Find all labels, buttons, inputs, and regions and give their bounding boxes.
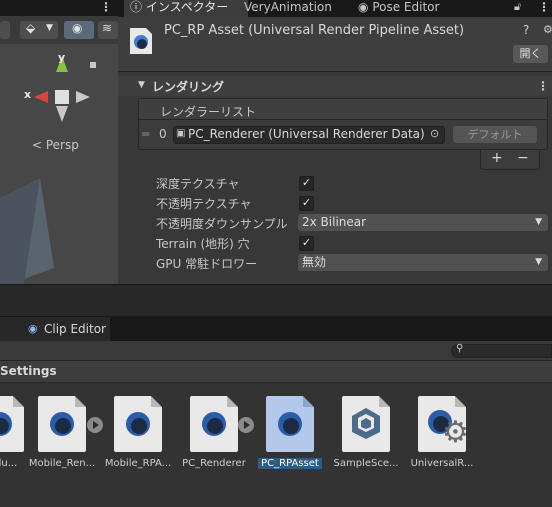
asset-label: UniversalR... xyxy=(410,458,474,469)
scene-geometry xyxy=(0,178,54,284)
asset-file-icon xyxy=(342,396,390,452)
help-icon[interactable]: ? xyxy=(523,23,529,37)
dropdown-value: 2x Bilinear xyxy=(302,215,367,229)
gear-icon: ⚙ xyxy=(442,415,469,450)
depth-texture-checkbox[interactable]: ✓ xyxy=(299,176,314,191)
section-title: レンダリング xyxy=(152,80,225,94)
opaque-texture-checkbox[interactable]: ✓ xyxy=(299,196,314,211)
clip-editor-label: Clip Editor xyxy=(44,322,106,336)
asset-file-icon xyxy=(190,396,238,452)
list-index: 0 xyxy=(159,127,167,141)
dropdown-value: 無効 xyxy=(302,255,327,269)
lock-icon[interactable]: 🔓︎ xyxy=(514,0,521,14)
asset-file-icon: ⚙ xyxy=(418,396,469,452)
scene-top-strip: ⋮ xyxy=(0,0,118,16)
draw-mode-button[interactable]: ⬙ ▼ xyxy=(20,21,58,39)
tool-button[interactable] xyxy=(0,21,10,39)
asset-item[interactable]: Mobile_RPA... xyxy=(100,396,176,476)
opaque-downsample-dropdown[interactable]: 2x Bilinear ▼ xyxy=(298,214,548,231)
more-icon[interactable]: ⋮ xyxy=(100,0,112,14)
list-add-remove: + − xyxy=(480,150,540,170)
asset-title: PC_RP Asset (Universal Render Pipeline A… xyxy=(164,23,465,38)
more-icon[interactable]: ⋮ xyxy=(538,0,550,14)
depth-texture-label: 深度テクスチャ xyxy=(156,177,240,191)
info-icon: ⓘ xyxy=(130,0,143,14)
asset-item[interactable]: PC_Renderer xyxy=(176,396,252,476)
gpu-resident-drawer-label: GPU 常駐ドロワー xyxy=(156,257,258,271)
asset-file-icon xyxy=(38,396,86,452)
renderer-field-value: PC_Renderer (Universal Renderer Data) xyxy=(188,127,425,141)
opaque-downsample-label: 不透明度ダウンサンプル xyxy=(156,217,288,231)
eye-icon: ◉ xyxy=(358,0,369,14)
stack-icon: ≋ xyxy=(102,21,113,35)
renderer-list-title: レンダラーリスト xyxy=(160,105,257,119)
asset-label: PC_Renderer xyxy=(182,458,246,469)
tab-pose-editor[interactable]: ◉ Pose Editor xyxy=(358,0,439,17)
terrain-holes-label: Terrain (地形) 穴 xyxy=(156,237,250,251)
tab-inspector[interactable]: ⓘ インスペクター xyxy=(124,0,248,17)
asset-item-selected[interactable]: PC_RPAsset xyxy=(252,396,328,476)
tab-label: Pose Editor xyxy=(372,0,440,14)
open-button[interactable]: 開く xyxy=(513,45,548,63)
chevron-down-icon: ▼ xyxy=(46,23,53,33)
chevron-down-icon: ▼ xyxy=(535,257,542,267)
asset-label: Mobile_Ren... xyxy=(28,458,96,469)
asset-item[interactable]: ⚙ UniversalR... xyxy=(404,396,480,476)
drag-handle-icon[interactable]: ═ xyxy=(142,127,149,141)
asset-file-icon xyxy=(266,396,314,452)
chevron-down-icon[interactable]: ▼ xyxy=(138,80,145,90)
cube-icon xyxy=(352,408,380,439)
asset-label: SampleSce... xyxy=(333,458,399,469)
asset-file-icon xyxy=(114,396,162,452)
eye-icon: ◉ xyxy=(28,322,38,335)
scene-toolbar: ⬙ ▼ ◉ ≋ xyxy=(0,16,118,44)
empty-panel xyxy=(0,284,552,316)
asset-item[interactable]: SampleSce... xyxy=(328,396,404,476)
object-picker-icon[interactable]: ⊙ xyxy=(430,127,439,140)
gizmo-y-label: y xyxy=(58,51,66,64)
project-folder-header xyxy=(0,361,552,383)
inspector-tabbar: ⓘ インスペクター VeryAnimation ◉ Pose Editor 🔓︎… xyxy=(118,0,552,17)
set-default-button[interactable]: デフォルト xyxy=(453,126,537,143)
tab-label: インスペクター xyxy=(145,0,229,14)
asset-item[interactable]: Mobile_Ren... xyxy=(24,396,100,476)
asset-file-icon xyxy=(0,396,24,452)
tab-label: VeryAnimation xyxy=(244,0,332,14)
projection-toggle[interactable]: < Persp xyxy=(32,138,79,152)
scene-settings-button[interactable]: ≋ xyxy=(98,21,118,39)
settings-icon[interactable]: ⚙ xyxy=(543,23,552,36)
gpu-resident-drawer-dropdown[interactable]: 無効 ▼ xyxy=(298,254,548,271)
project-search-input[interactable]: ⚲ xyxy=(451,343,552,358)
eye-icon: ◉ xyxy=(72,21,83,35)
terrain-holes-checkbox[interactable]: ✓ xyxy=(299,236,314,251)
add-icon[interactable]: + xyxy=(491,150,503,166)
search-icon: ⚲ xyxy=(456,343,464,354)
visibility-toggle[interactable]: ◉ xyxy=(64,21,94,39)
gizmo-x-label: x xyxy=(24,88,32,101)
chevron-down-icon: ▼ xyxy=(535,217,542,227)
more-icon[interactable]: ⋮ xyxy=(537,79,549,93)
remove-icon[interactable]: − xyxy=(517,150,529,166)
asset-icon xyxy=(130,28,152,54)
renderer-file-icon: ▣ xyxy=(176,128,186,139)
opaque-texture-label: 不透明テクスチャ xyxy=(156,197,252,211)
layers-icon: ⬙ xyxy=(26,21,36,35)
tab-veryanimation[interactable]: VeryAnimation xyxy=(244,0,332,17)
asset-label: Mobile_RPA... xyxy=(104,458,172,469)
asset-label: PC_RPAsset xyxy=(252,458,328,469)
folder-title: Settings xyxy=(0,364,57,378)
